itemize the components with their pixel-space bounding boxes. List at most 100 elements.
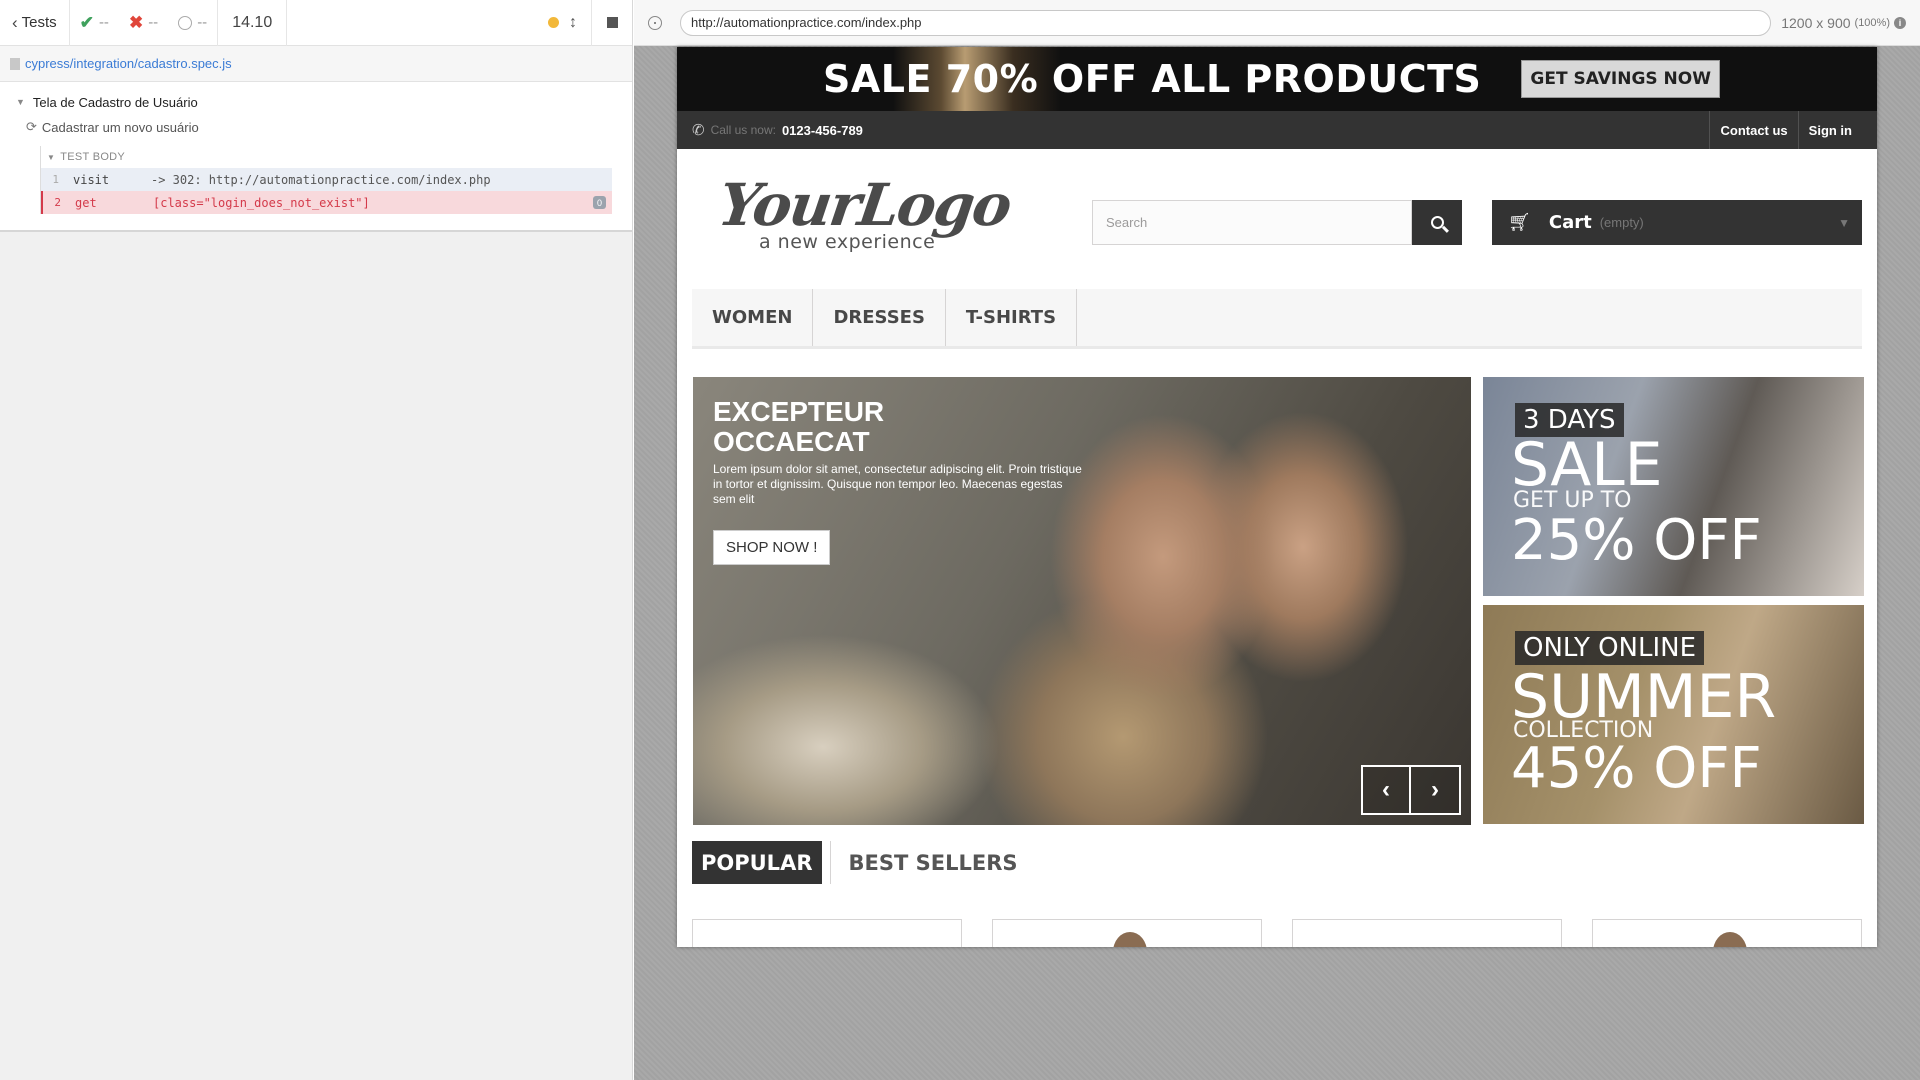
promo-banner-sale[interactable]: 3 DAYS SALE GET UP TO 25% OFF	[1483, 377, 1864, 596]
viewport-info: 1200 x 900 (100%) i	[1781, 15, 1906, 31]
test-row[interactable]: ⟳ Cadastrar um novo usuário	[0, 114, 632, 140]
product-card[interactable]	[1592, 919, 1862, 947]
product-tabs: POPULAR BEST SELLERS	[692, 841, 1026, 884]
banner-text: SALE 70% OFF ALL PRODUCTS	[823, 57, 1482, 101]
product-thumbnail	[1713, 932, 1747, 947]
cart-status: (empty)	[1599, 215, 1644, 230]
test-title: Cadastrar um novo usuário	[41, 119, 199, 135]
suite-title: Tela de Cadastro de Usuário	[32, 94, 198, 110]
info-icon[interactable]: i	[1894, 16, 1906, 29]
menu-item-dresses[interactable]: Dresses	[813, 289, 946, 346]
tests-back-button[interactable]: ‹ Tests	[0, 0, 70, 46]
menu-item-tshirts[interactable]: T-shirts	[946, 289, 1078, 346]
promo-discount: 25% OFF	[1511, 508, 1762, 573]
call-label: Call us now:	[710, 123, 776, 137]
slider-next-icon[interactable]: ›	[1411, 765, 1461, 815]
url-field[interactable]: http://automationpractice.com/index.php	[680, 9, 1772, 36]
test-body-header[interactable]: ▼ TEST BODY	[41, 146, 612, 168]
get-savings-button[interactable]: GET SAVINGS NOW	[1521, 60, 1720, 98]
caret-down-icon: ▼	[47, 152, 56, 162]
hero-text: Lorem ipsum dolor sit amet, consectetur …	[713, 462, 1082, 506]
stop-button[interactable]	[592, 0, 632, 46]
command-name: visit	[73, 172, 110, 187]
aut-url-bar: http://automationpractice.com/index.php …	[634, 0, 1920, 46]
cart-label: Cart	[1548, 212, 1592, 233]
failed-value: --	[148, 14, 159, 31]
promo-headline: SALE	[1511, 430, 1663, 500]
sale-banner[interactable]: SALE 70% OFF ALL PRODUCTS GET SAVINGS NO…	[677, 47, 1877, 111]
duration: 14.10	[218, 0, 288, 46]
search-icon	[1430, 216, 1444, 229]
app-under-test-panel: http://automationpractice.com/index.php …	[634, 0, 1920, 1080]
main-menu: Women Dresses T-shirts	[692, 289, 1862, 349]
call-us: ✆ Call us now: 0123-456-789	[677, 121, 1709, 139]
reporter-controls: ↕	[534, 0, 592, 46]
contact-us-link[interactable]: Contact us	[1709, 111, 1797, 149]
check-icon: ✔	[79, 12, 94, 32]
reporter-header: ‹ Tests ✔ -- ✖ -- -- 14.10 ↕	[0, 0, 632, 46]
logo-text: YourLogo	[714, 171, 1015, 239]
tab-popular[interactable]: POPULAR	[692, 841, 822, 884]
pending-count: --	[168, 0, 219, 46]
file-icon	[10, 57, 20, 70]
command-number: 2	[54, 196, 61, 209]
passed-count: ✔ --	[70, 13, 119, 33]
site-header: YourLogo a new experience Search 🛒︎ Cart…	[677, 149, 1877, 289]
command-row-get[interactable]: 2 get [class="login_does_not_exist"] 0	[41, 191, 612, 214]
pending-value: --	[197, 14, 208, 31]
product-card[interactable]	[692, 919, 962, 947]
promo-tag: ONLY ONLINE	[1515, 631, 1705, 665]
cypress-reporter: ‹ Tests ✔ -- ✖ -- -- 14.10 ↕ cypress/int…	[0, 0, 633, 1080]
passed-value: --	[98, 14, 109, 31]
cross-icon: ✖	[128, 12, 144, 32]
phone-number: 0123-456-789	[781, 122, 863, 138]
stop-icon	[606, 17, 618, 28]
website-frame: SALE 70% OFF ALL PRODUCTS GET SAVINGS NO…	[677, 47, 1877, 947]
cart-button[interactable]: 🛒︎ Cart (empty) ▼	[1492, 200, 1862, 245]
chevron-left-icon: ‹	[12, 12, 18, 32]
logo-tagline: a new experience	[759, 231, 936, 253]
element-count-badge: 0	[593, 196, 606, 209]
product-card[interactable]	[992, 919, 1262, 947]
product-card[interactable]	[1292, 919, 1562, 947]
pending-circle-icon	[178, 15, 193, 30]
search-button[interactable]	[1412, 200, 1462, 245]
top-nav: ✆ Call us now: 0123-456-789 Contact us S…	[677, 111, 1877, 149]
test-body-label: TEST BODY	[60, 151, 126, 163]
sign-in-link[interactable]: Sign in	[1797, 111, 1877, 149]
caret-down-icon: ▼	[16, 97, 25, 107]
search-input[interactable]: Search	[1092, 200, 1412, 245]
product-thumbnail	[1113, 932, 1147, 947]
command-message: -> 302: http://automationpractice.com/in…	[151, 172, 491, 187]
cart-icon: 🛒︎	[1508, 212, 1531, 232]
viewport-size: 1200 x 900	[1781, 14, 1851, 31]
promo-banner-summer[interactable]: ONLY ONLINE SUMMER COLLECTION 45% OFF	[1483, 605, 1864, 824]
shop-now-button[interactable]: SHOP NOW !	[713, 530, 831, 565]
failed-count: ✖ --	[119, 13, 168, 33]
spec-file-bar: cypress/integration/cadastro.spec.js	[0, 46, 632, 82]
homepage-slider: EXCEPTEUR OCCAECAT Lorem ipsum dolor sit…	[693, 377, 1471, 825]
tab-best-sellers[interactable]: BEST SELLERS	[829, 841, 1027, 884]
slider-prev-icon[interactable]: ‹	[1361, 765, 1411, 815]
command-row-visit[interactable]: 1 visit -> 302: http://automationpractic…	[41, 168, 612, 191]
search-form: Search	[1092, 200, 1462, 245]
selector-playground-icon[interactable]	[648, 15, 662, 30]
menu-item-women[interactable]: Women	[692, 289, 814, 346]
slider-controls: ‹ ›	[1361, 765, 1461, 815]
runnables: ▼ Tela de Cadastro de Usuário ⟳ Cadastra…	[0, 82, 632, 232]
hero-title: EXCEPTEUR OCCAECAT	[713, 396, 885, 457]
test-body: ▼ TEST BODY 1 visit -> 302: http://autom…	[40, 146, 612, 214]
spec-file-link[interactable]: cypress/integration/cadastro.spec.js	[25, 56, 232, 71]
running-indicator-icon	[548, 17, 559, 28]
tests-back-label: Tests	[21, 14, 57, 31]
running-spinner-icon: ⟳	[26, 119, 37, 134]
command-message: [class="login_does_not_exist"]	[153, 195, 370, 210]
suite-row[interactable]: ▼ Tela de Cadastro de Usuário	[0, 90, 632, 114]
viewport-zoom: (100%)	[1854, 16, 1890, 29]
site-logo[interactable]: YourLogo a new experience	[714, 171, 1014, 255]
command-name: get	[75, 195, 97, 210]
caret-down-icon: ▼	[1838, 215, 1850, 230]
command-number: 1	[52, 173, 59, 186]
phone-icon: ✆	[692, 122, 705, 139]
auto-scroll-toggle-icon[interactable]: ↕	[569, 14, 577, 32]
